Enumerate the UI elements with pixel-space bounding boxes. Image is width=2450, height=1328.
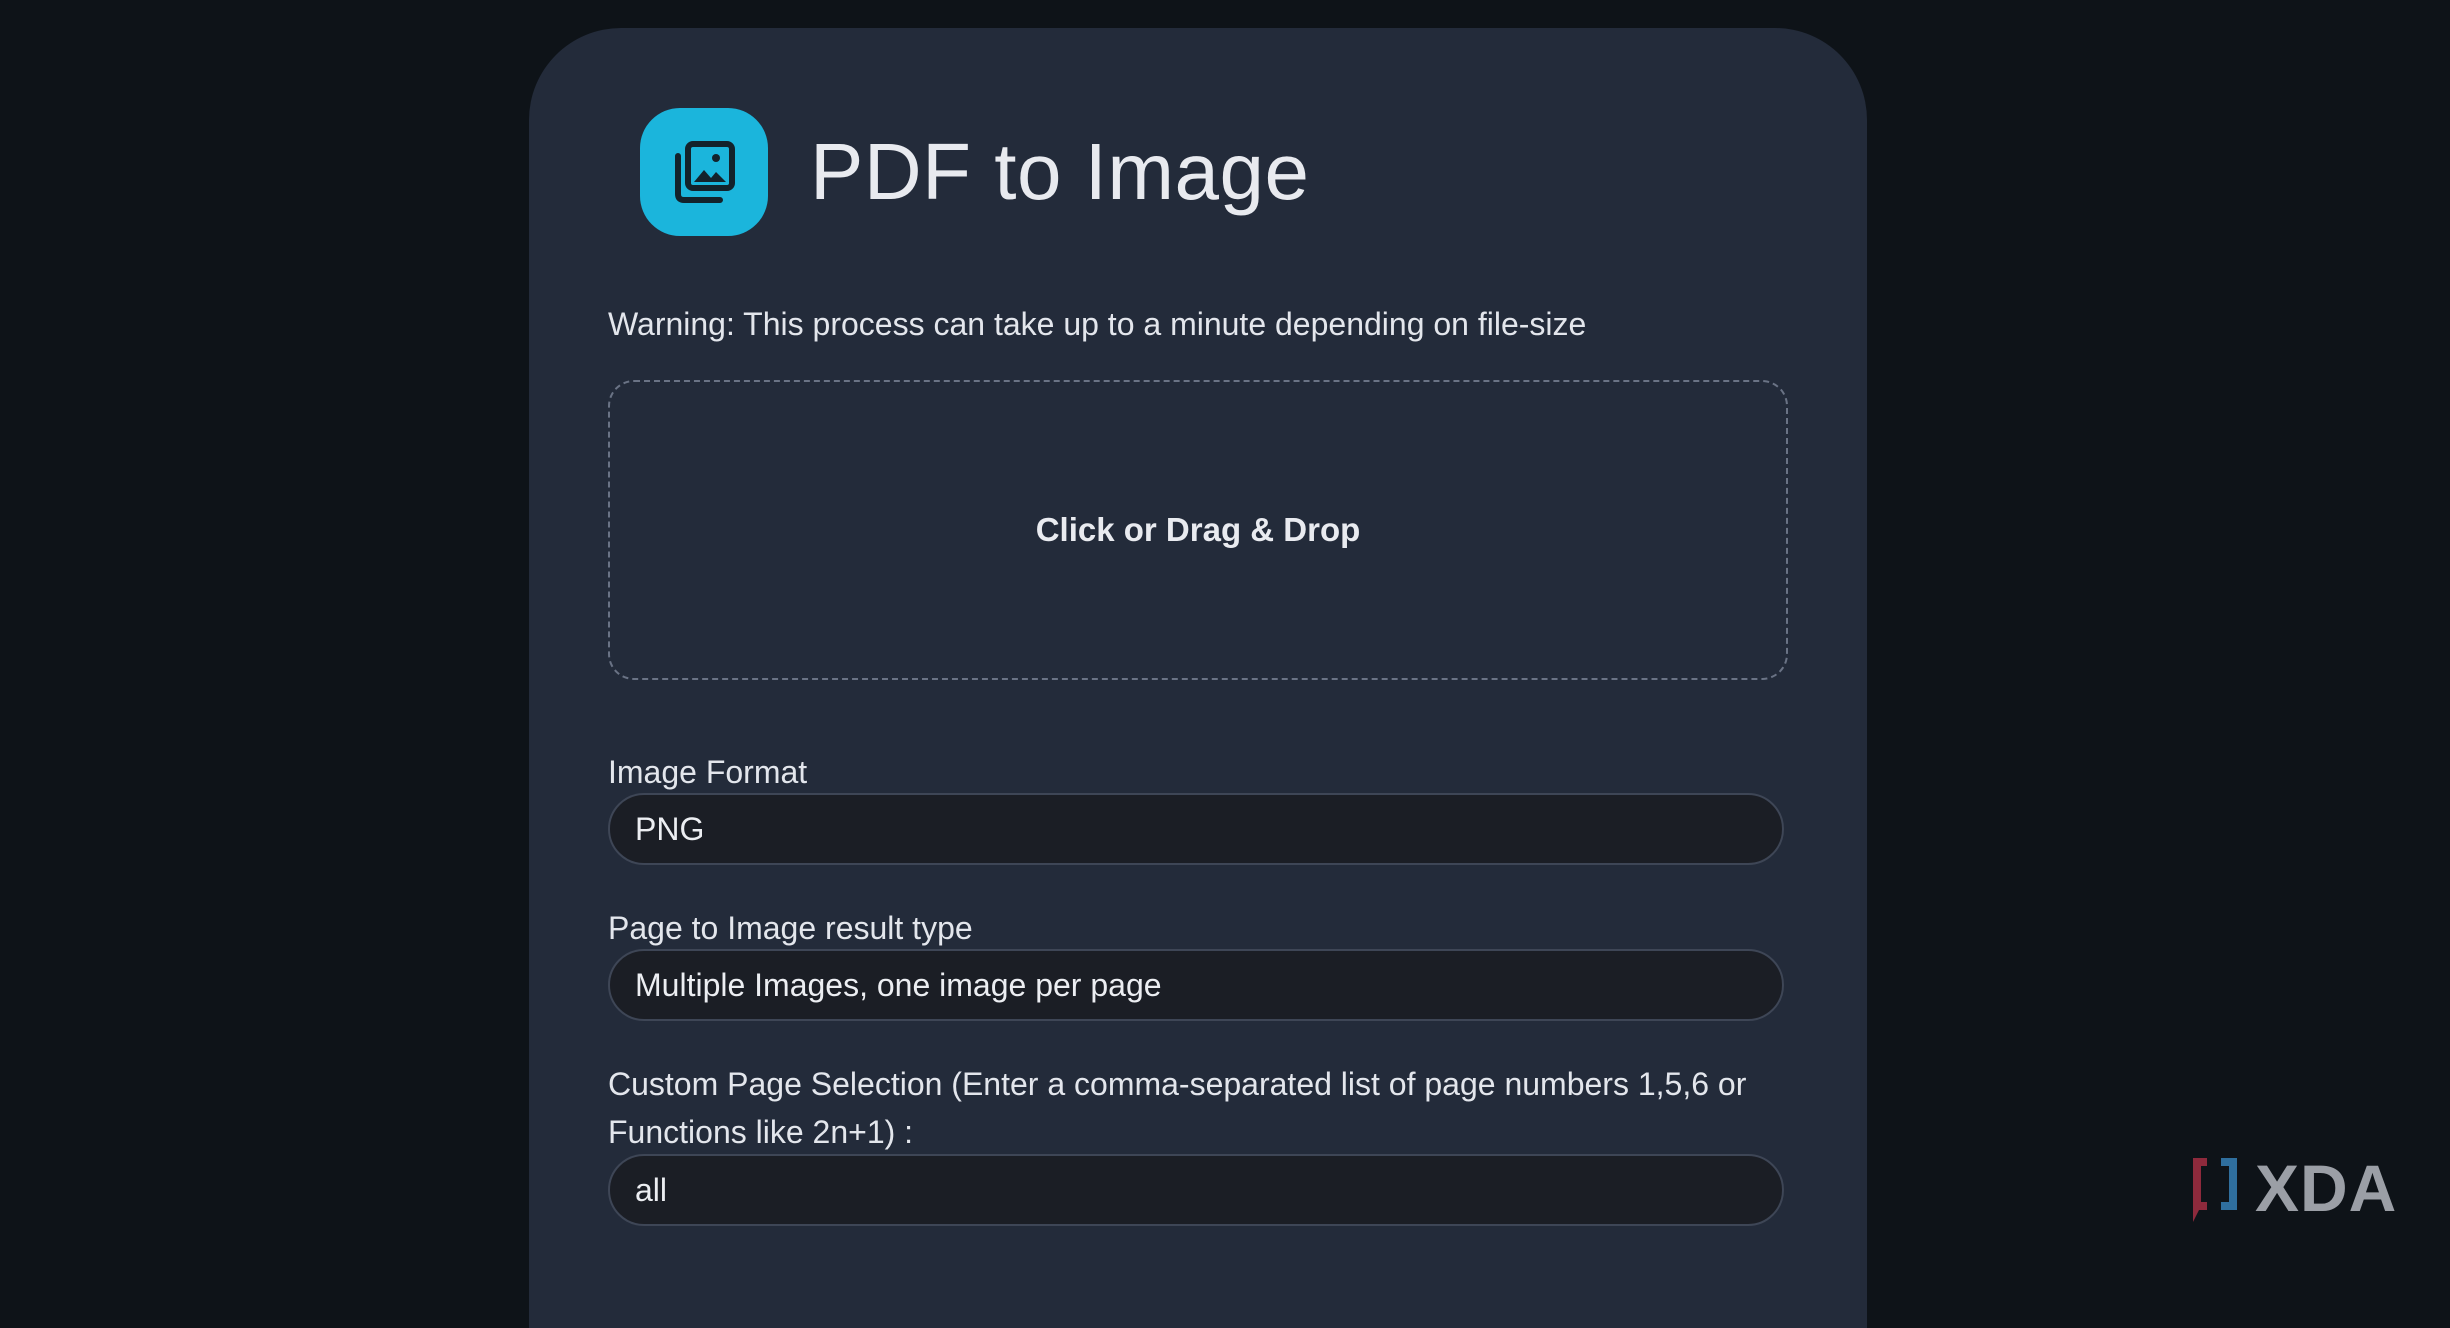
xda-watermark: XDA <box>2187 1150 2397 1226</box>
page-selection-value: all <box>635 1171 668 1208</box>
tool-header: PDF to Image <box>640 108 1310 236</box>
page-selection-label: Custom Page Selection (Enter a comma-sep… <box>608 1066 1747 1150</box>
result-type-select[interactable]: Multiple Images, one image per page <box>608 949 1784 1021</box>
dropzone-label: Click or Drag & Drop <box>1035 511 1361 548</box>
image-format-value: PNG <box>635 810 705 847</box>
file-dropzone[interactable]: Click or Drag & Drop <box>608 380 1788 680</box>
image-format-select[interactable]: PNG <box>608 793 1784 865</box>
page-selection-input[interactable]: all <box>608 1154 1784 1226</box>
page-title: PDF to Image <box>810 127 1310 216</box>
image-stack-icon <box>640 108 768 236</box>
result-type-value: Multiple Images, one image per page <box>635 966 1162 1003</box>
watermark-text: XDA <box>2255 1151 2398 1225</box>
tool-card: PDF to Image Warning: This process can t… <box>529 28 1867 1328</box>
warning-text: Warning: This process can take up to a m… <box>608 306 1587 342</box>
xda-logo-icon <box>2193 1158 2237 1222</box>
result-type-label: Page to Image result type <box>608 910 973 946</box>
image-format-label: Image Format <box>608 754 808 790</box>
